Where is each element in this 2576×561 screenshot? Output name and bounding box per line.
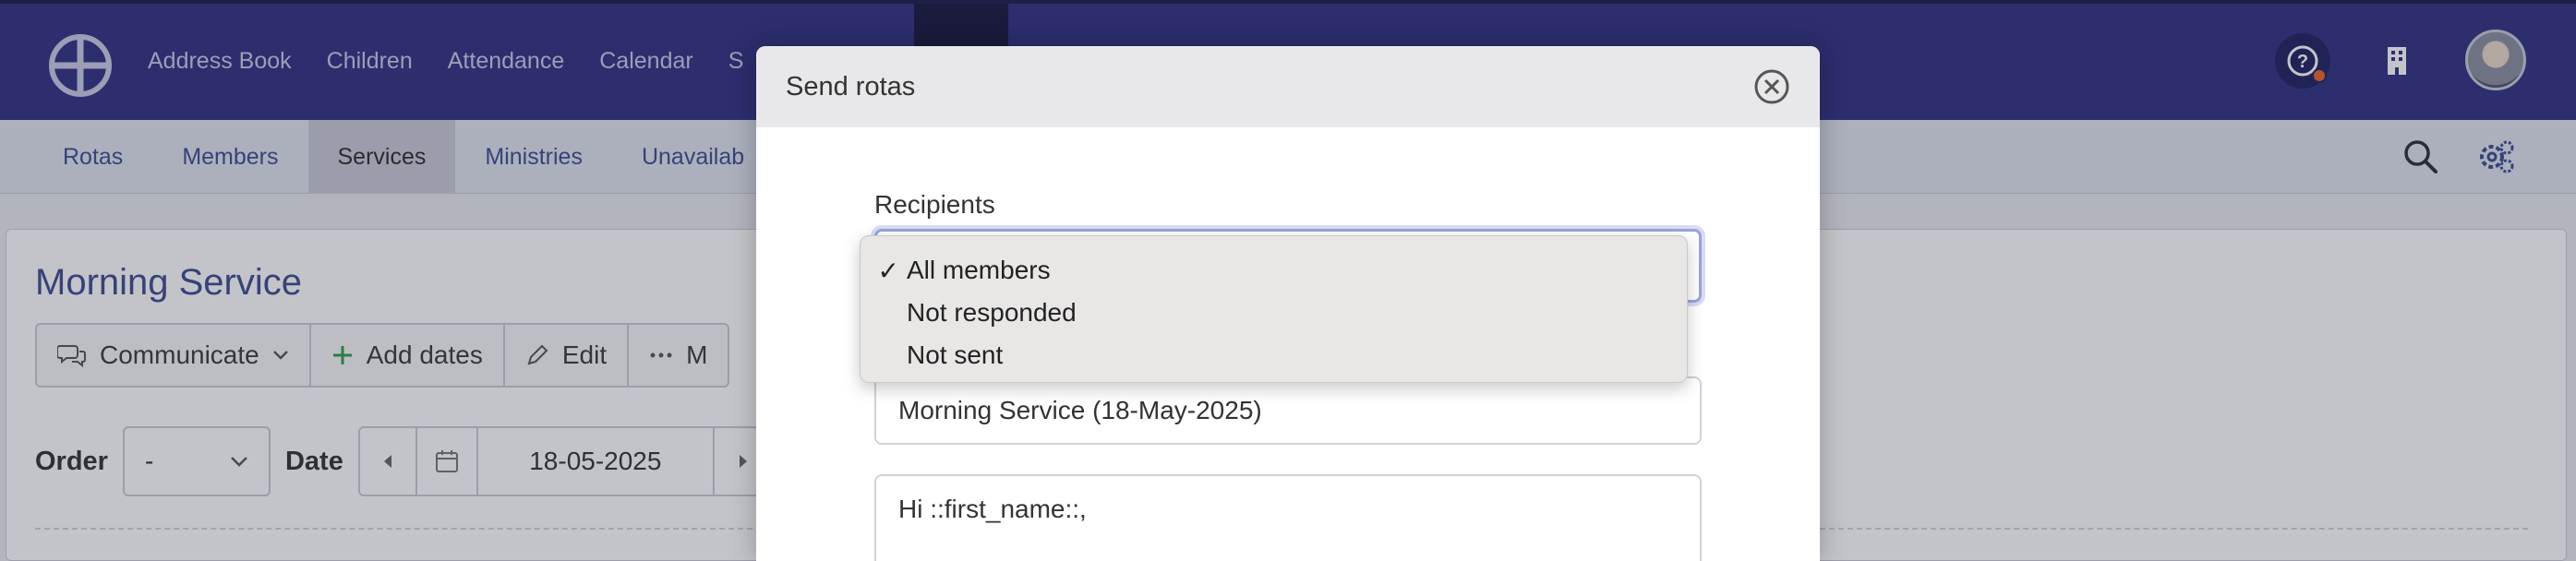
recipients-dropdown-menu: ✓ All members Not responded Not sent — [860, 235, 1688, 383]
modal-title: Send rotas — [786, 71, 916, 101]
option-label: Not sent — [907, 340, 1004, 369]
option-not-responded[interactable]: Not responded — [861, 292, 1687, 334]
option-label: All members — [907, 256, 1051, 284]
recipients-label: Recipients — [874, 190, 995, 219]
close-icon[interactable] — [1753, 68, 1790, 105]
option-label: Not responded — [907, 298, 1077, 327]
modal-header: Send rotas — [756, 46, 1820, 127]
message-textarea[interactable]: Hi ::first_name::, — [874, 474, 1702, 561]
option-all-members[interactable]: ✓ All members — [861, 249, 1687, 292]
option-not-sent[interactable]: Not sent — [861, 334, 1687, 376]
check-icon: ✓ — [877, 256, 899, 285]
subject-input[interactable]: Morning Service (18-May-2025) — [874, 376, 1702, 445]
